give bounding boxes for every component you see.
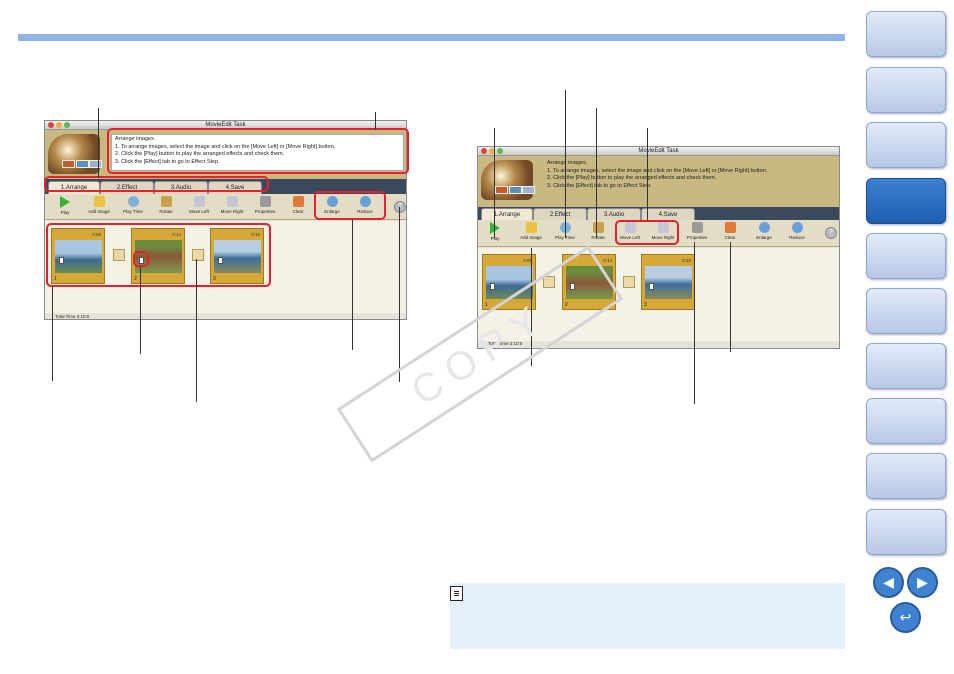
move-left-button[interactable]: Move Left xyxy=(182,194,216,214)
rotate-icon xyxy=(592,222,604,233)
instructions-panel: Arrange images. 1. To arrange images, sel… xyxy=(111,134,404,171)
callout-line xyxy=(596,108,597,238)
window-header: Arrange images. 1. To arrange images, sel… xyxy=(45,130,406,179)
zoom-in-icon xyxy=(758,222,770,233)
callout-line xyxy=(694,242,695,404)
next-page-button[interactable]: ▶ xyxy=(907,567,938,598)
help-button[interactable]: ? xyxy=(394,201,406,213)
move-left-icon xyxy=(624,222,636,233)
nav-tab-6[interactable] xyxy=(866,288,946,334)
clip-marker-icon xyxy=(490,283,495,290)
move-right-button[interactable]: Move Right xyxy=(215,194,249,214)
clear-button[interactable]: Clear xyxy=(713,220,747,240)
move-right-icon xyxy=(226,196,238,207)
rotate-icon xyxy=(160,196,172,207)
memo-icon xyxy=(450,586,463,601)
enlarge-button[interactable]: Enlarge xyxy=(315,194,349,214)
note-panel xyxy=(450,583,845,649)
rotate-button[interactable]: Rotate xyxy=(581,220,615,240)
callout-line xyxy=(565,90,566,238)
add-image-button[interactable]: Add Image xyxy=(514,220,548,240)
clip-marker-icon xyxy=(59,257,64,264)
callout-line xyxy=(196,259,197,402)
callout-line xyxy=(52,286,53,381)
nav-tab-2[interactable] xyxy=(866,67,946,113)
zoom-out-icon xyxy=(359,196,371,207)
callout-line xyxy=(98,108,99,178)
callout-line xyxy=(647,128,648,220)
rotate-button[interactable]: Rotate xyxy=(149,194,183,214)
nav-tab-8[interactable] xyxy=(866,398,946,444)
play-icon xyxy=(490,222,500,234)
zoom-out-icon xyxy=(791,222,803,233)
zoom-in-icon xyxy=(326,196,338,207)
toolbar: Play Add Image Play Time Rotate Move Lef… xyxy=(478,220,839,247)
properties-button[interactable]: Properties xyxy=(680,220,714,240)
transition-slot[interactable] xyxy=(623,276,635,288)
step-tabs: 1.Arrange 2.Effect 3.Audio 4.Save xyxy=(45,179,406,196)
prev-page-button[interactable]: ◀ xyxy=(873,567,904,598)
folder-icon xyxy=(93,196,105,207)
properties-icon xyxy=(691,222,703,233)
clear-icon xyxy=(724,222,736,233)
enlarge-button[interactable]: Enlarge xyxy=(747,220,781,240)
clip-card[interactable]: 0:10 3 xyxy=(210,228,264,284)
callout-line xyxy=(375,112,376,130)
add-image-button[interactable]: Add Image xyxy=(82,194,116,214)
nav-tab-1[interactable] xyxy=(866,11,946,57)
play-time-button[interactable]: Play Time xyxy=(116,194,150,214)
transition-slot[interactable] xyxy=(192,249,204,261)
reduce-button[interactable]: Reduce xyxy=(348,194,382,214)
back-button[interactable]: ↩ xyxy=(890,602,921,633)
nav-tab-7[interactable] xyxy=(866,343,946,389)
move-right-button[interactable]: Move Right xyxy=(646,220,680,240)
clip-marker-icon xyxy=(218,257,223,264)
clip-marker-icon xyxy=(649,283,654,290)
title-artwork xyxy=(48,134,102,174)
callout-line xyxy=(730,242,731,352)
clip-card[interactable]: 0:06 1 xyxy=(51,228,105,284)
window-title: MovieEdit Task xyxy=(205,122,246,128)
window-title: MovieEdit Task xyxy=(638,148,679,154)
callout-line xyxy=(494,128,495,238)
move-right-icon xyxy=(657,222,669,233)
section-header-bar xyxy=(18,34,845,41)
callout-line xyxy=(352,220,353,350)
callout-line xyxy=(140,266,141,354)
window-header: Arrange images. 1. To arrange images, sel… xyxy=(478,156,839,207)
move-left-icon xyxy=(193,196,205,207)
nav-tab-9[interactable] xyxy=(866,453,946,499)
folder-icon xyxy=(525,222,537,233)
nav-tab-5[interactable] xyxy=(866,233,946,279)
properties-button[interactable]: Properties xyxy=(248,194,282,214)
nav-tab-4-active[interactable] xyxy=(866,178,946,224)
move-left-button[interactable]: Move Left xyxy=(613,220,647,240)
nav-tab-10[interactable] xyxy=(866,509,946,555)
transition-slot[interactable] xyxy=(113,249,125,261)
play-button[interactable]: Play xyxy=(478,220,512,241)
total-time: Total Time 2:10:0 xyxy=(55,314,90,319)
clip-card[interactable]: 0:10 3 xyxy=(641,254,695,310)
reduce-button[interactable]: Reduce xyxy=(780,220,814,240)
instructions-panel: Arrange images. 1. To arrange images, sel… xyxy=(547,160,768,189)
properties-icon xyxy=(259,196,271,207)
clock-icon xyxy=(127,196,139,207)
step-tabs: 1.Arrange 2.Effect 3.Audio 4.Save xyxy=(478,207,839,221)
clip-marker-icon xyxy=(139,257,144,264)
help-button[interactable]: ? xyxy=(825,227,837,239)
callout-line xyxy=(399,207,400,382)
nav-tab-3[interactable] xyxy=(866,122,946,168)
clear-icon xyxy=(292,196,304,207)
clear-button[interactable]: Clear xyxy=(281,194,315,214)
play-icon xyxy=(60,196,70,208)
title-artwork xyxy=(481,160,535,200)
toolbar: Play Add Image Play Time Rotate Move Lef… xyxy=(45,194,406,220)
play-button[interactable]: Play xyxy=(48,194,82,215)
